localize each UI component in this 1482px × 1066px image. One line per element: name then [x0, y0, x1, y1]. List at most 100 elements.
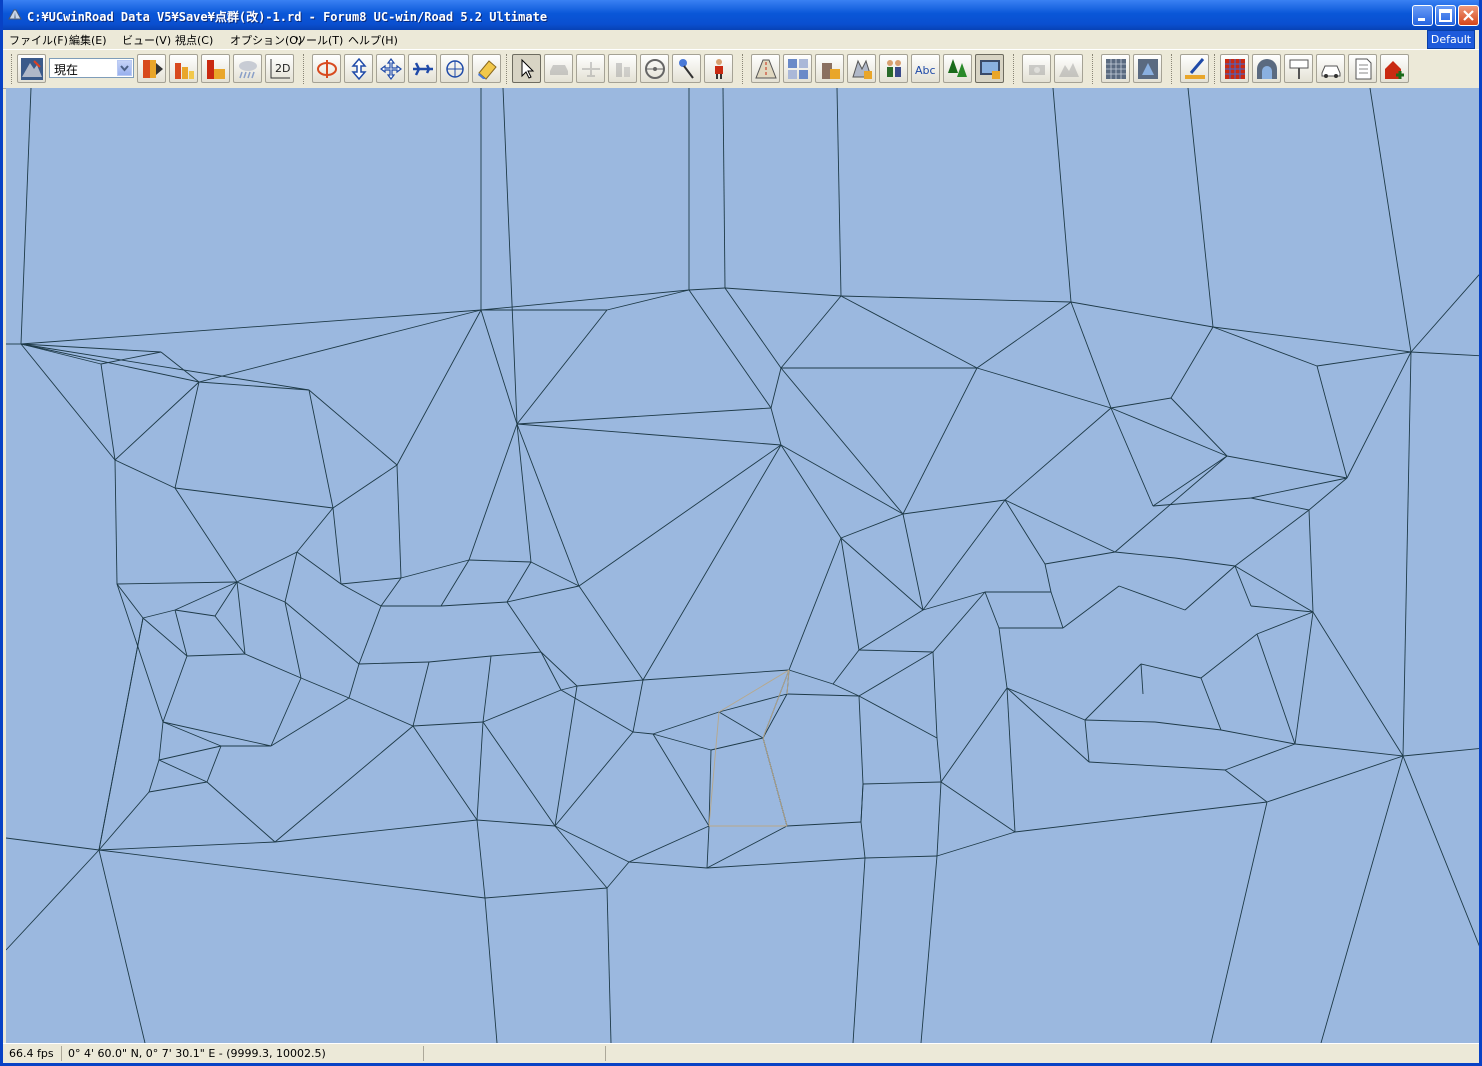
model-button[interactable] — [847, 54, 876, 83]
menu-file[interactable]: ファイル(F) — [9, 32, 68, 48]
menu-tools[interactable]: ツール(T) — [295, 32, 343, 48]
terrain-button[interactable] — [17, 54, 46, 83]
building-button[interactable] — [815, 54, 844, 83]
mesh-edit-button[interactable] — [1133, 54, 1162, 83]
default-layout-button[interactable]: Default — [1427, 30, 1475, 49]
car-view-button[interactable] — [544, 54, 573, 83]
mesh-edge — [976, 367, 1112, 409]
mesh-edge — [114, 381, 200, 461]
mesh-edge — [1250, 497, 1310, 511]
2d-view-button[interactable]: 2D — [265, 54, 294, 83]
title-bar[interactable]: C:¥UCwinRoad Data V5¥Save¥点群(改)-1.rd - F… — [3, 0, 1479, 30]
mesh-edge — [148, 759, 160, 793]
mesh-edge — [158, 759, 208, 783]
mesh-edge — [1062, 585, 1120, 629]
menu-options[interactable]: オプション(O) — [230, 32, 302, 48]
mesh-edge — [1256, 633, 1296, 745]
mesh-edge — [718, 711, 764, 739]
grid-button[interactable] — [783, 54, 812, 83]
bar-chart-button[interactable] — [169, 54, 198, 83]
weather-icon — [239, 61, 257, 79]
pointer-button[interactable] — [512, 54, 541, 83]
mesh-grid-button[interactable] — [1101, 54, 1130, 83]
orbit-button[interactable] — [440, 54, 469, 83]
toolbar-grip[interactable] — [1092, 54, 1096, 84]
mesh-edge — [840, 513, 904, 539]
mesh-edge — [540, 651, 562, 691]
bar-chart-red-button[interactable] — [201, 54, 230, 83]
mesh-edge — [780, 367, 904, 515]
mesh-edge — [858, 609, 924, 651]
add-building-icon — [1385, 61, 1404, 79]
menu-edit[interactable]: 編集(E) — [69, 32, 107, 48]
train-view-button[interactable] — [608, 54, 637, 83]
mesh-edge — [858, 695, 864, 785]
camera-button[interactable] — [1022, 54, 1051, 83]
app-icon[interactable] — [7, 7, 23, 23]
eraser-button[interactable] — [472, 54, 501, 83]
mesh-edge — [576, 679, 644, 687]
toolbar-grip[interactable] — [1214, 54, 1218, 84]
mesh-edge — [786, 693, 860, 697]
chevron-down-icon[interactable] — [117, 60, 132, 76]
plane-view-button[interactable] — [576, 54, 605, 83]
mesh-edge — [98, 849, 486, 899]
mesh-edge — [578, 585, 644, 681]
menu-help[interactable]: ヘルプ(H) — [348, 32, 398, 48]
play-button[interactable] — [137, 54, 166, 83]
mesh-edge — [516, 423, 532, 563]
mesh-edge — [236, 581, 286, 603]
mesh-edge — [1070, 301, 1214, 328]
toolbar-grip[interactable] — [1013, 54, 1017, 84]
maximize-button[interactable] — [1435, 5, 1456, 26]
pin-button[interactable] — [672, 54, 701, 83]
mesh-edge — [902, 367, 978, 515]
close-button[interactable] — [1458, 5, 1479, 26]
sign-button[interactable] — [1284, 54, 1313, 83]
3d-viewport[interactable] — [6, 88, 1479, 1043]
toolbar-grip[interactable] — [11, 54, 15, 84]
mesh-edge — [724, 287, 842, 297]
mesh-edge — [116, 583, 164, 723]
person-button[interactable] — [704, 54, 733, 83]
mesh-edge — [860, 821, 866, 859]
mesh-edge — [476, 819, 486, 899]
add-building-button[interactable] — [1380, 54, 1409, 83]
mesh-edge — [516, 407, 772, 425]
move-cross-button[interactable] — [376, 54, 405, 83]
document-button[interactable] — [1348, 54, 1377, 83]
svg-text:Abc: Abc — [915, 64, 936, 77]
text-button[interactable]: Abc — [911, 54, 940, 83]
minimize-button[interactable] — [1412, 5, 1433, 26]
steering-wheel-button[interactable] — [640, 54, 669, 83]
grid-color-button[interactable] — [1220, 54, 1249, 83]
toolbar-grip[interactable] — [1171, 54, 1175, 84]
mesh-edge — [1212, 326, 1318, 367]
toolbar-grip[interactable] — [506, 54, 510, 84]
brush-button[interactable] — [1180, 54, 1209, 83]
menu-view[interactable]: ビュー(V) — [122, 32, 171, 48]
time-select[interactable]: 現在 — [49, 58, 134, 78]
mesh-edge — [440, 601, 508, 607]
screen-button[interactable] — [975, 54, 1004, 83]
menu-viewpoint[interactable]: 視点(C) — [175, 32, 213, 48]
weather-button[interactable] — [233, 54, 262, 83]
toolbar-grip[interactable] — [742, 54, 746, 84]
move-vertical-button[interactable] — [344, 54, 373, 83]
tunnel-icon — [1257, 59, 1277, 79]
mesh-edge — [162, 721, 272, 747]
terrain-edit-button[interactable] — [1054, 54, 1083, 83]
rotate-button[interactable] — [312, 54, 341, 83]
mesh-edge — [1170, 326, 1214, 399]
person-icon — [715, 59, 723, 79]
mesh-edge — [148, 781, 208, 793]
road-button[interactable] — [751, 54, 780, 83]
fly-button[interactable] — [408, 54, 437, 83]
trees-button[interactable] — [943, 54, 972, 83]
toolbar-grip[interactable] — [303, 54, 307, 84]
vehicle-button[interactable] — [1316, 54, 1345, 83]
mesh-edge — [174, 609, 216, 617]
people-button[interactable] — [879, 54, 908, 83]
tunnel-button[interactable] — [1252, 54, 1281, 83]
mesh-edge — [468, 423, 518, 561]
